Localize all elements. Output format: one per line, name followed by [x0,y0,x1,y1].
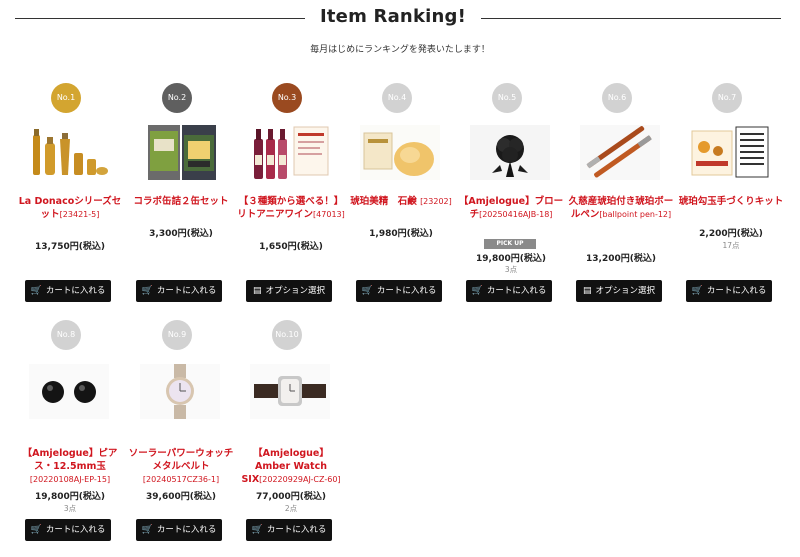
product-name-link[interactable]: 琥珀勾玉手づくりキット [676,195,786,208]
product-name[interactable]: 【Amjelogue】ピアス・12.5mm玉 [23,448,118,472]
rank-badge: No.10 [272,320,302,350]
product-image-pierce[interactable] [29,364,109,419]
product-name-link[interactable]: 琥珀美精 石鹸 [23202] [346,195,456,208]
cart-icon: 🛒 [361,286,373,296]
product-image-collab-cans[interactable] [140,125,220,180]
product-price: 2,200円(税込) [699,229,763,239]
add-to-cart-button[interactable]: 🛒 カートに入れる [246,519,332,541]
add-to-cart-label: カートに入れる [45,525,106,535]
rank-badge: No.7 [712,83,742,113]
product-price: 77,000円(税込) [256,492,326,502]
review-count: 17点 [722,241,740,250]
header-divider-right [481,18,781,19]
product-name-link[interactable]: コラボ缶詰２缶セット [126,195,236,208]
add-to-cart-label: カートに入れる [376,286,437,296]
add-to-cart-label: カートに入れる [486,286,547,296]
product-code[interactable]: [ballpoint pen-12] [599,210,671,219]
option-select-label: オプション選択 [265,286,326,296]
product-price: 1,980円(税込) [369,229,433,239]
rank-badge: No.2 [162,83,192,113]
option-select-button[interactable]: ▤ オプション選択 [246,280,332,302]
cart-icon: 🛒 [30,525,42,535]
add-to-cart-button[interactable]: 🛒 カートに入れる [25,519,111,541]
add-to-cart-button[interactable]: 🛒 カートに入れる [25,280,111,302]
add-to-cart-button[interactable]: 🛒 カートに入れる [136,519,222,541]
product-code[interactable]: [23202] [420,197,452,206]
section-title: Item Ranking! [319,6,466,27]
section-subtitle: 毎月はじめにランキングを発表いたします！ [310,45,490,55]
product-name-link[interactable]: La Donacoシリーズセット[23421-5] [15,195,125,221]
add-to-cart-button[interactable]: 🛒 カートに入れる [686,280,772,302]
product-name[interactable]: ソーラーパワーウォッチ メタルベルト [129,448,233,472]
cart-icon: 🛒 [141,525,153,535]
product-image-ballpoint-pen[interactable] [580,125,660,180]
product-code[interactable]: [20220108AJ-EP-15] [30,475,110,484]
cart-icon: 🛒 [471,286,483,296]
product-code[interactable]: [20250416AJB-18] [479,210,552,219]
database-icon: ▤ [252,286,262,296]
review-count: 3点 [504,265,518,274]
option-select-button[interactable]: ▤ オプション選択 [576,280,662,302]
product-image-solar-watch[interactable] [140,364,220,419]
add-to-cart-label: カートに入れる [156,286,217,296]
product-name[interactable]: 琥珀美精 石鹸 [350,196,417,207]
product-code[interactable]: [20240517CZ36-1] [143,475,219,484]
cart-icon: 🛒 [251,525,263,535]
product-price: 13,750円(税込) [35,242,105,252]
product-price: 1,650円(税込) [259,242,323,252]
product-code[interactable]: [47013] [313,210,345,219]
add-to-cart-button[interactable]: 🛒 カートに入れる [136,280,222,302]
database-icon: ▤ [582,286,592,296]
product-image-brooch[interactable] [470,125,550,180]
review-count: 3点 [63,504,77,513]
product-image-la-donaco[interactable] [29,125,109,180]
option-select-label: オプション選択 [595,286,656,296]
header-divider-left [15,18,305,19]
add-to-cart-label: カートに入れる [706,286,767,296]
product-name-link[interactable]: 【３種類から選べる！】リトアニアワイン[47013] [236,195,346,221]
review-count: 2点 [284,504,298,513]
product-image-amber-watch[interactable] [250,364,330,419]
product-code[interactable]: [23421-5] [60,210,100,219]
product-name-link[interactable]: 【Amjelogue】ピアス・12.5mm玉 [20220108AJ-EP-15] [15,447,125,486]
product-name[interactable]: コラボ缶詰２缶セット [133,196,228,207]
rank-badge: No.8 [51,320,81,350]
rank-badge: No.6 [602,83,632,113]
product-price: 3,300円(税込) [149,229,213,239]
product-price: 13,200円(税込) [586,254,656,264]
rank-badge: No.5 [492,83,522,113]
add-to-cart-label: カートに入れる [45,286,106,296]
rank-badge: No.9 [162,320,192,350]
section-header: Item Ranking! [0,0,800,36]
add-to-cart-label: カートに入れる [266,525,327,535]
product-name-link[interactable]: 【Amjelogue】ブローチ[20250416AJB-18] [456,195,566,221]
rank-badge: No.1 [51,83,81,113]
product-image-amber-soap[interactable] [360,125,440,180]
product-price: 39,600円(税込) [146,492,216,502]
cart-icon: 🛒 [141,286,153,296]
product-name-link[interactable]: 久慈産琥珀付き琥珀ボールペン[ballpoint pen-12] [566,195,676,221]
add-to-cart-label: カートに入れる [156,525,217,535]
rank-badge: No.3 [272,83,302,113]
product-name[interactable]: 琥珀勾玉手づくりキット [679,196,784,207]
product-image-lithuanian-wine[interactable] [250,125,330,180]
add-to-cart-button[interactable]: 🛒 カートに入れる [356,280,442,302]
product-code[interactable]: [20220929AJ-CZ-60] [259,475,340,484]
rank-badge: No.4 [382,83,412,113]
add-to-cart-button[interactable]: 🛒 カートに入れる [466,280,552,302]
product-price: 19,800円(税込) [476,254,546,264]
product-name-link[interactable]: ソーラーパワーウォッチ メタルベルト [20240517CZ36-1] [126,447,236,486]
product-name-link[interactable]: 【Amjelogue】Amber Watch SIX[20220929AJ-CZ… [236,447,346,486]
pickup-badge: PICK UP [484,239,536,249]
product-price: 19,800円(税込) [35,492,105,502]
product-image-magatama-kit[interactable] [690,125,770,180]
cart-icon: 🛒 [30,286,42,296]
cart-icon: 🛒 [691,286,703,296]
